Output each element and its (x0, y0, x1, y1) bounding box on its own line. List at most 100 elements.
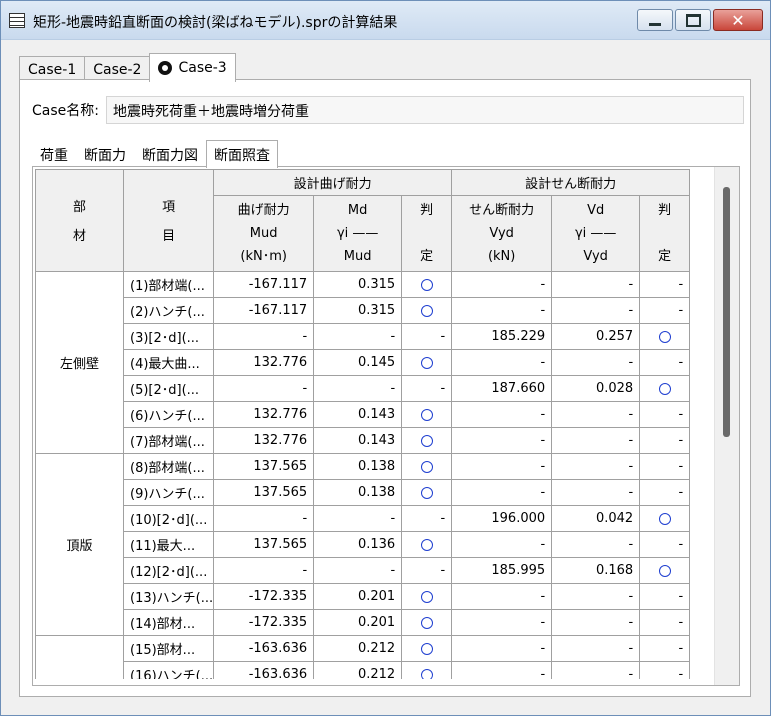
md-ratio-cell: 0.143 (313, 401, 403, 428)
vd-ratio-cell: - (551, 635, 641, 662)
judge-shear-cell: - (639, 479, 691, 506)
tab-case-3[interactable]: Case-3 (149, 53, 236, 82)
table-row[interactable]: (6)ハンチ(... 132.776 0.143- - - (36, 401, 691, 428)
header-text: 曲げ耐力 (237, 203, 290, 218)
judge-shear-cell: - (639, 583, 691, 610)
ok-circle-icon (658, 330, 671, 343)
table-row[interactable]: (16)ハンチ(... -163.636 0.212- - - (36, 661, 691, 679)
vyd-cell: - (451, 531, 553, 558)
ok-circle-icon (420, 642, 433, 655)
mud-cell: -172.335 (213, 583, 315, 610)
ok-circle-icon (420, 616, 433, 629)
vyd-cell: - (451, 271, 553, 298)
vyd-cell: - (451, 635, 553, 662)
maximize-button[interactable] (675, 9, 711, 31)
mud-cell: 132.776 (213, 427, 315, 454)
ok-circle-icon (420, 486, 433, 499)
tab-section-force[interactable]: 断面力 (76, 142, 134, 168)
judge-shear-cell: - (639, 349, 691, 376)
judge-bending-cell (401, 661, 453, 679)
md-ratio-cell: 0.201 (313, 609, 403, 636)
table-row[interactable]: (7)部材端(... 132.776 0.143- - - (36, 427, 691, 454)
member-cell (35, 635, 124, 679)
tab-load[interactable]: 荷重 (32, 142, 76, 168)
tab-section-force-diagram[interactable]: 断面力図 (134, 142, 206, 168)
item-cell: (15)部材... (122, 635, 215, 662)
vyd-cell: - (451, 349, 553, 376)
table-row[interactable]: (4)最大曲... 132.776 0.145- - - (36, 349, 691, 376)
result-tabs: 荷重 断面力 断面力図 断面照査 (32, 140, 278, 168)
judge-bending-cell: - (401, 505, 453, 532)
table-row[interactable]: (15)部材... -163.636 0.212 - - - (35, 635, 691, 679)
ok-circle-icon (420, 668, 433, 679)
judge-shear-cell: - (639, 453, 691, 480)
vyd-cell: 185.229 (451, 323, 553, 350)
mud-cell: - (213, 375, 315, 402)
judge-bending-cell (401, 427, 453, 454)
ok-circle-icon (420, 278, 433, 291)
table-row[interactable]: 頂版 (8)部材端(... 137.565 0.138- - - (35, 453, 691, 636)
judge-bending-cell (401, 635, 453, 662)
member-cell: 左側壁 (35, 271, 124, 454)
md-ratio-cell: 0.212 (313, 661, 403, 679)
vertical-scrollbar[interactable] (714, 167, 739, 685)
results-grid: 部材 項目 設計曲げ耐力 設計せん断耐力 曲げ耐力 Mud (kN･m) Md γi … (35, 169, 715, 679)
table-row[interactable]: (5)[2･d](... - - -187.660 0.028 (36, 375, 691, 402)
tab-section-check[interactable]: 断面照査 (206, 140, 278, 168)
header-text: せん断耐力 (469, 203, 535, 218)
item-cell: (11)最大... (122, 531, 215, 558)
case-tabs: Case-1 Case-2 Case-3 (19, 53, 236, 82)
vyd-cell: - (451, 583, 553, 610)
table-row[interactable]: (3)[2･d](... - - -185.229 0.257 (36, 323, 691, 350)
item-cell: (6)ハンチ(... (122, 401, 215, 428)
judge-bending-cell: - (401, 375, 453, 402)
table-row[interactable]: (13)ハンチ(... -172.335 0.201- - - (36, 583, 691, 610)
header-text: 項 (162, 199, 176, 215)
header-text: (kN･m) (240, 249, 287, 264)
results-window: 矩形-地震時鉛直断面の検討(梁ばねモデル).sprの計算結果 ✕ Case-1 … (0, 0, 771, 716)
table-row[interactable]: 左側壁 (1)部材端(... -167.117 0.315- - - (35, 271, 691, 454)
md-ratio-cell: 0.143 (313, 427, 403, 454)
table-icon (9, 13, 25, 28)
md-ratio-cell: 0.138 (313, 453, 403, 480)
vd-ratio-cell: - (551, 661, 641, 679)
table-row[interactable]: (14)部材... -172.335 0.201- - - (36, 609, 691, 636)
table-row[interactable]: (11)最大... 137.565 0.136- - - (36, 531, 691, 558)
ok-circle-icon (420, 304, 433, 317)
header-vyd: せん断耐力 Vyd (kN) (451, 195, 553, 272)
results-body: 左側壁 (1)部材端(... -167.117 0.315- - - (2)ハンチ(... -… (35, 271, 691, 679)
judge-bending-cell (401, 453, 453, 480)
title-bar[interactable]: 矩形-地震時鉛直断面の検討(梁ばねモデル).sprの計算結果 ✕ (1, 1, 770, 40)
item-cell: (14)部材... (122, 609, 215, 636)
table-row[interactable]: (12)[2･d](... - - -185.995 0.168 (36, 557, 691, 584)
mud-cell: -163.636 (213, 635, 315, 662)
mud-cell: 132.776 (213, 349, 315, 376)
table-row[interactable]: (10)[2･d](... - - -196.000 0.042 (36, 505, 691, 532)
vyd-cell: - (451, 401, 553, 428)
item-cell: (8)部材端(... (122, 453, 215, 480)
header-md-ratio: Md γi —— Mud (313, 195, 403, 272)
judge-shear-cell: - (639, 271, 691, 298)
case-panel: Case名称: 地震時死荷重＋地震時増分荷重 荷重 断面力 断面力図 断面照査 … (19, 79, 751, 697)
mud-cell: -163.636 (213, 661, 315, 679)
judge-bending-cell (401, 349, 453, 376)
minimize-button[interactable] (637, 9, 673, 31)
item-cell: (10)[2･d](... (122, 505, 215, 532)
vd-ratio-cell: 0.168 (551, 557, 641, 584)
table-row[interactable]: (9)ハンチ(... 137.565 0.138- - - (36, 479, 691, 506)
scrollbar-thumb[interactable] (723, 187, 730, 437)
vd-ratio-cell: - (551, 609, 641, 636)
mud-cell: 137.565 (213, 531, 315, 558)
judge-shear-cell: - (639, 401, 691, 428)
ok-circle-icon (658, 564, 671, 577)
table-row[interactable]: (2)ハンチ(... -167.117 0.315- - - (36, 297, 691, 324)
item-cell: (4)最大曲... (122, 349, 215, 376)
header-vd-ratio: Vd γi —— Vyd (551, 195, 641, 272)
judge-shear-cell (639, 557, 691, 584)
header-text: 目 (162, 228, 176, 244)
vyd-cell: 185.995 (451, 557, 553, 584)
header-shear: 設計せん断耐力 (451, 169, 691, 196)
close-button[interactable]: ✕ (713, 9, 763, 31)
case-name-field[interactable]: 地震時死荷重＋地震時増分荷重 (106, 96, 744, 124)
ok-circle-icon (420, 538, 433, 551)
